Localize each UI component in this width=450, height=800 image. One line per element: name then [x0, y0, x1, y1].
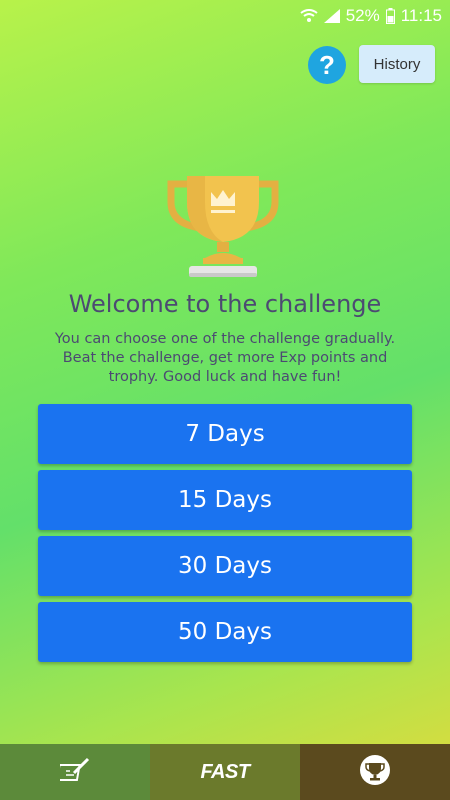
challenge-30-days-button[interactable]: 30 Days: [38, 536, 412, 596]
fast-logo: FAST: [200, 760, 250, 783]
clock: 11:15: [400, 6, 442, 25]
question-icon: ?: [319, 49, 335, 80]
challenge-50-days-button[interactable]: 50 Days: [38, 602, 412, 662]
trophy-icon: [360, 755, 390, 789]
help-button[interactable]: ?: [308, 46, 346, 84]
tab-challenge[interactable]: [300, 744, 450, 800]
history-button[interactable]: History: [359, 45, 435, 83]
challenge-15-days-button[interactable]: 15 Days: [38, 470, 412, 530]
wifi-icon: [300, 9, 318, 23]
battery-percent: 52%: [345, 6, 380, 25]
signal-icon: [323, 9, 340, 23]
status-bar: 52% 11:15: [0, 0, 450, 32]
challenge-list: 7 Days 15 Days 30 Days 50 Days: [38, 404, 412, 668]
tab-fast[interactable]: FAST: [150, 744, 300, 800]
trophy-icon: [165, 162, 281, 280]
tab-write[interactable]: [0, 744, 150, 800]
welcome-description: You can choose one of the challenge grad…: [54, 331, 396, 385]
write-icon: [55, 757, 90, 787]
challenge-7-days-button[interactable]: 7 Days: [38, 404, 412, 464]
battery-icon: [385, 8, 395, 24]
welcome-title: Welcome to the challenge: [68, 290, 382, 318]
bottom-nav: FAST: [0, 744, 450, 800]
